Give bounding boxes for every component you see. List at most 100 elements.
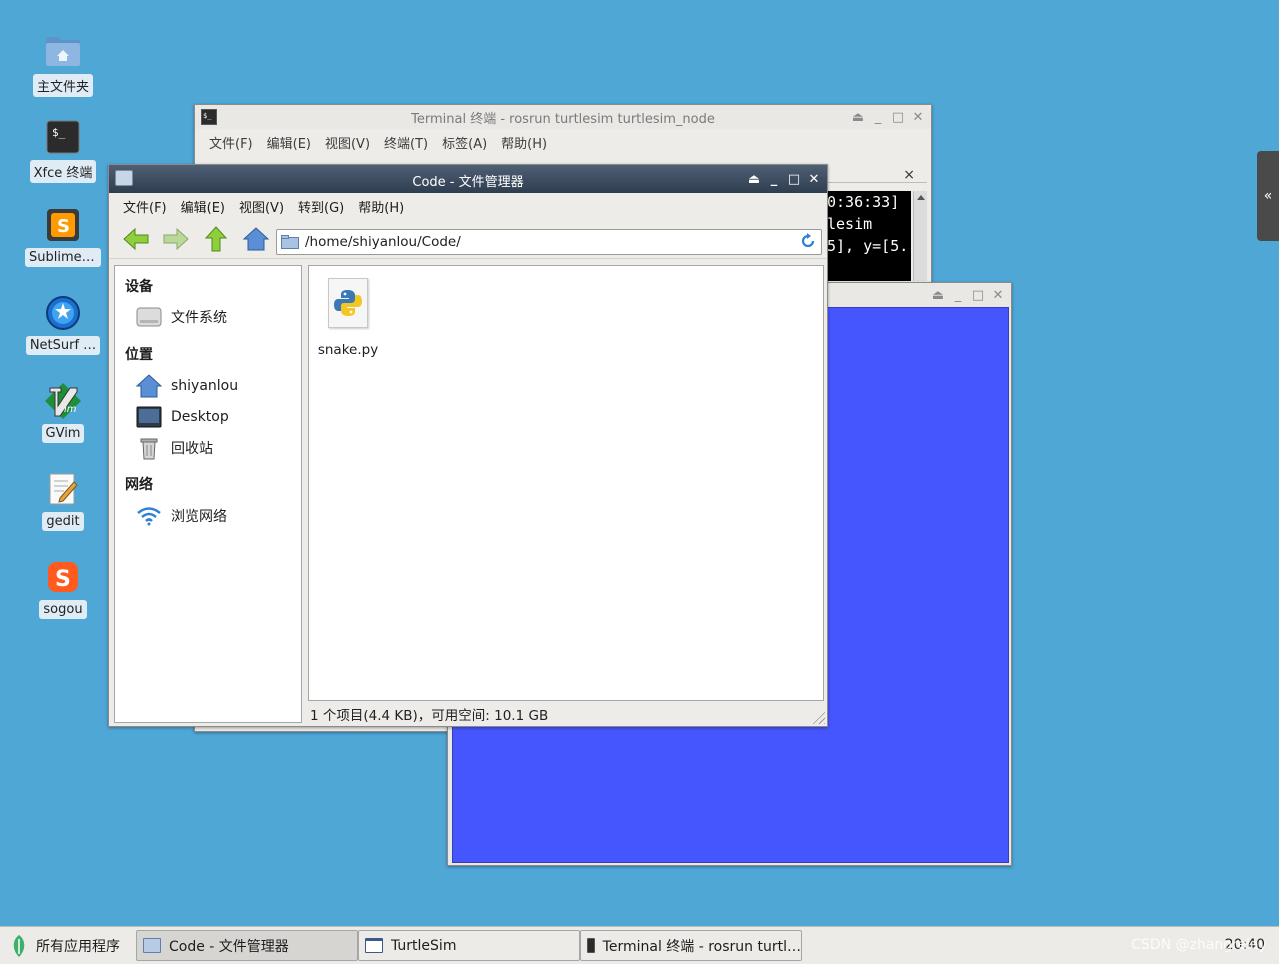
- desktop-icon-terminal[interactable]: $_ Xfce 终端: [26, 118, 100, 183]
- taskbar-item-terminal[interactable]: Terminal 终端 - rosrun turtl…: [580, 930, 802, 961]
- minimize-button[interactable]: _: [951, 288, 965, 303]
- forward-button[interactable]: [161, 224, 191, 254]
- location-bar[interactable]: /home/shiyanlou/Code/: [276, 229, 822, 255]
- taskbar-item-label: Terminal 终端 - rosrun turtl…: [602, 938, 801, 955]
- file-view[interactable]: snake.py: [308, 265, 824, 701]
- terminal-line: 5], y=[5.: [827, 237, 909, 255]
- sidebar-heading-places: 位置: [125, 347, 153, 363]
- side-panel-toggle[interactable]: «: [1257, 151, 1279, 241]
- terminal-icon: $_: [44, 118, 82, 156]
- desktop-icon-gedit[interactable]: gedit: [26, 470, 100, 531]
- terminal-line: 0:36:33]: [827, 193, 900, 211]
- menu-help[interactable]: 帮助(H): [495, 131, 553, 154]
- network-icon: [135, 503, 163, 529]
- eject-button[interactable]: ⏏: [851, 110, 865, 125]
- tab-close-button[interactable]: ×: [903, 167, 915, 183]
- taskbar: 所有应用程序 Code - 文件管理器 TurtleSim Terminal 终…: [0, 926, 1279, 964]
- desktop-icon-label: Xfce 终端: [29, 160, 97, 183]
- close-button[interactable]: ✕: [911, 110, 925, 125]
- sublime-icon: S: [44, 206, 82, 244]
- sidebar-item-browse-network[interactable]: 浏览网络: [135, 503, 227, 529]
- home-icon: [242, 226, 270, 250]
- terminal-menubar: 文件(F) 编辑(E) 视图(V) 终端(T) 标签(A) 帮助(H): [195, 129, 931, 155]
- applications-menu-button[interactable]: 所有应用程序: [0, 927, 130, 964]
- terminal-app-icon: $_: [201, 109, 217, 129]
- sidebar-item-desktop[interactable]: Desktop: [135, 404, 229, 430]
- maximize-button[interactable]: □: [891, 110, 905, 125]
- desktop-icon-home[interactable]: 主文件夹: [26, 32, 100, 97]
- menu-view[interactable]: 视图(V): [319, 131, 376, 154]
- sidebar-item-label: shiyanlou: [171, 378, 239, 394]
- menu-file[interactable]: 文件(F): [117, 195, 173, 218]
- desktop-icon-gvim[interactable]: im GVim: [26, 382, 100, 443]
- sidebar-item-home[interactable]: shiyanlou: [135, 373, 238, 399]
- sidebar-item-label: Desktop: [171, 409, 229, 425]
- desktop-icon-label: 主文件夹: [32, 74, 93, 97]
- maximize-button[interactable]: □: [787, 172, 801, 187]
- desktop-icon-label: Sublime …: [25, 248, 101, 267]
- eject-button[interactable]: ⏏: [747, 172, 761, 187]
- menu-go[interactable]: 转到(G): [292, 195, 350, 218]
- terminal-scrollbar[interactable]: [913, 191, 927, 281]
- reload-icon[interactable]: [799, 232, 817, 254]
- desktop-icon-label: NetSurf …: [25, 336, 101, 355]
- desktop-icon-sogou[interactable]: S sogou: [26, 558, 100, 619]
- terminal-titlebar[interactable]: $_ Terminal 终端 - rosrun turtlesim turtle…: [195, 105, 931, 129]
- menu-terminal[interactable]: 终端(T): [378, 131, 434, 154]
- desktop-icon-sublime[interactable]: S Sublime …: [25, 206, 101, 267]
- file-name: snake.py: [317, 342, 379, 358]
- window-title: Code - 文件管理器: [412, 175, 524, 190]
- svg-text:im: im: [64, 404, 77, 415]
- svg-text:S: S: [55, 567, 71, 592]
- back-button[interactable]: [121, 224, 151, 254]
- drive-icon: [135, 304, 163, 330]
- menu-help[interactable]: 帮助(H): [352, 195, 410, 218]
- menu-edit[interactable]: 编辑(E): [261, 131, 317, 154]
- folder-icon: [115, 170, 133, 186]
- taskbar-item-file-manager[interactable]: Code - 文件管理器: [136, 930, 358, 961]
- status-text: 1 个项目(4.4 KB)，可用空间: 10.1 GB: [310, 708, 549, 724]
- applications-menu-label: 所有应用程序: [36, 938, 120, 955]
- arrow-up-icon: [204, 225, 228, 251]
- svg-text:$_: $_: [52, 126, 66, 139]
- eject-button[interactable]: ⏏: [931, 288, 945, 303]
- file-manager-titlebar[interactable]: Code - 文件管理器 ⏏ _ □ ✕: [109, 165, 827, 193]
- close-button[interactable]: ✕: [991, 288, 1005, 303]
- sogou-icon: S: [44, 558, 82, 596]
- home-folder-icon: [44, 32, 82, 70]
- parent-folder-button[interactable]: [201, 224, 231, 254]
- sidebar-item-trash[interactable]: 回收站: [135, 435, 213, 461]
- file-manager-window: Code - 文件管理器 ⏏ _ □ ✕ 文件(F) 编辑(E) 视图(V) 转…: [108, 164, 828, 727]
- trash-icon: [135, 435, 163, 461]
- home-button[interactable]: [241, 224, 271, 254]
- folder-icon: [143, 938, 161, 953]
- status-bar: 1 个项目(4.4 KB)，可用空间: 10.1 GB: [308, 703, 824, 725]
- menu-view[interactable]: 视图(V): [233, 195, 290, 218]
- home-icon: [135, 373, 163, 399]
- menu-tabs[interactable]: 标签(A): [436, 131, 493, 154]
- sidebar-heading-devices: 设备: [125, 279, 153, 295]
- sidebar-item-filesystem[interactable]: 文件系统: [135, 304, 227, 330]
- file-item[interactable]: snake.py: [317, 278, 379, 358]
- desktop-icon-netsurf[interactable]: NetSurf …: [25, 294, 101, 355]
- sidebar-item-label: 文件系统: [171, 310, 227, 326]
- app-menu-icon: [13, 934, 25, 957]
- menu-file[interactable]: 文件(F): [203, 131, 259, 154]
- sidebar: 设备 文件系统 位置 shiyanlou Desktop 回收站 网络 浏览网络: [114, 265, 302, 723]
- maximize-button[interactable]: □: [971, 288, 985, 303]
- taskbar-item-label: Code - 文件管理器: [169, 938, 289, 955]
- terminal-output[interactable]: 0:36:33] lesim 5], y=[5.: [827, 191, 911, 281]
- taskbar-item-turtlesim[interactable]: TurtleSim: [358, 930, 580, 961]
- menu-edit[interactable]: 编辑(E): [175, 195, 231, 218]
- folder-icon: [281, 235, 299, 249]
- file-manager-menubar: 文件(F) 编辑(E) 视图(V) 转到(G) 帮助(H): [109, 193, 827, 219]
- netsurf-icon: [44, 294, 82, 332]
- close-button[interactable]: ✕: [807, 172, 821, 187]
- arrow-right-icon: [163, 227, 189, 250]
- taskbar-item-label: TurtleSim: [391, 937, 457, 954]
- minimize-button[interactable]: _: [767, 172, 781, 187]
- svg-text:$_: $_: [203, 112, 212, 120]
- watermark: CSDN @zhangrelay: [1131, 937, 1267, 953]
- terminal-icon: [587, 938, 595, 953]
- minimize-button[interactable]: _: [871, 110, 885, 125]
